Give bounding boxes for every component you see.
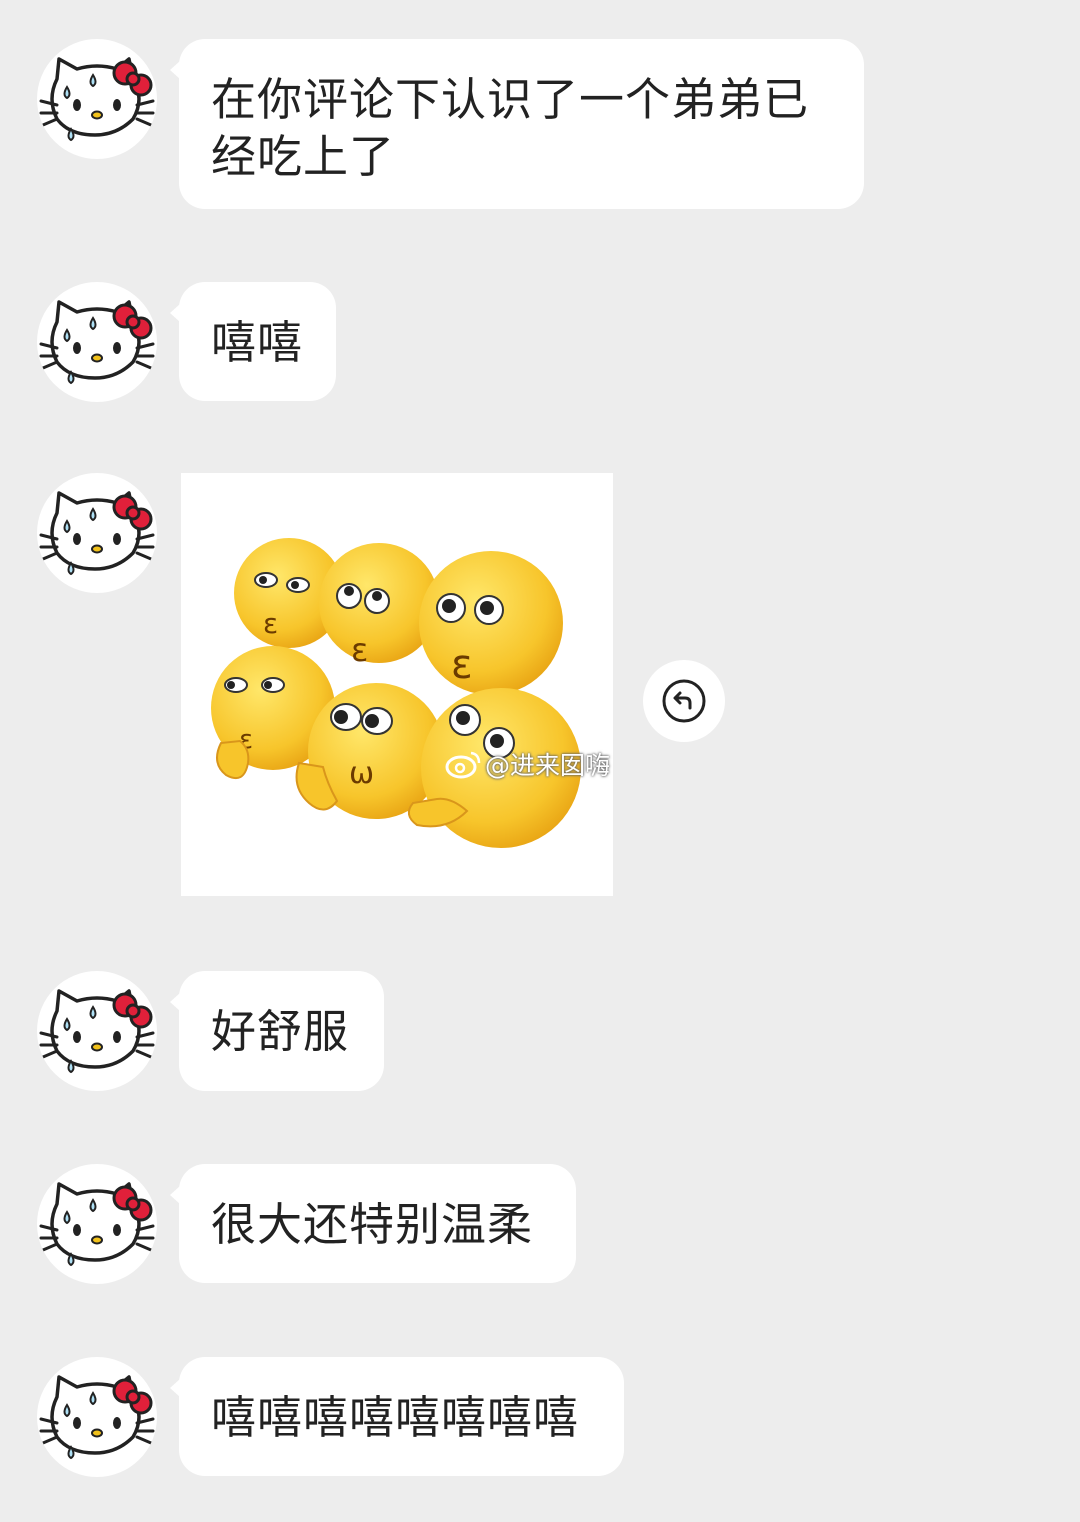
hello-kitty-avatar[interactable] (37, 1357, 157, 1477)
svg-text:ε: ε (263, 607, 278, 640)
message-bubble[interactable]: 在你评论下认识了一个弟弟已 经吃上了 (170, 39, 864, 209)
emoji-group-icon: ε ε ε ε ω (211, 538, 581, 848)
hello-kitty-avatar[interactable] (37, 1164, 157, 1284)
weibo-logo-icon (445, 751, 481, 779)
watermark: @进来囡嗨 (445, 744, 610, 784)
reply-arrow-icon (662, 679, 706, 723)
hello-kitty-avatar[interactable] (37, 39, 157, 159)
hello-kitty-avatar[interactable] (37, 971, 157, 1091)
svg-text:ω: ω (349, 756, 374, 791)
emoji-group-sticker[interactable]: ε ε ε ε ω (181, 473, 613, 896)
svg-text:ε: ε (351, 631, 368, 669)
reply-button[interactable] (643, 660, 725, 742)
svg-text:ε: ε (451, 642, 473, 688)
message-bubble[interactable]: 嘻嘻 (170, 282, 336, 401)
hello-kitty-avatar[interactable] (37, 282, 157, 402)
message-bubble[interactable]: 很大还特别温柔 (170, 1164, 576, 1283)
message-bubble[interactable]: 嘻嘻嘻嘻嘻嘻嘻嘻 (170, 1357, 624, 1476)
watermark-text: @进来囡嗨 (485, 751, 611, 780)
hello-kitty-avatar[interactable] (37, 473, 157, 593)
message-bubble[interactable]: 好舒服 (170, 971, 384, 1091)
